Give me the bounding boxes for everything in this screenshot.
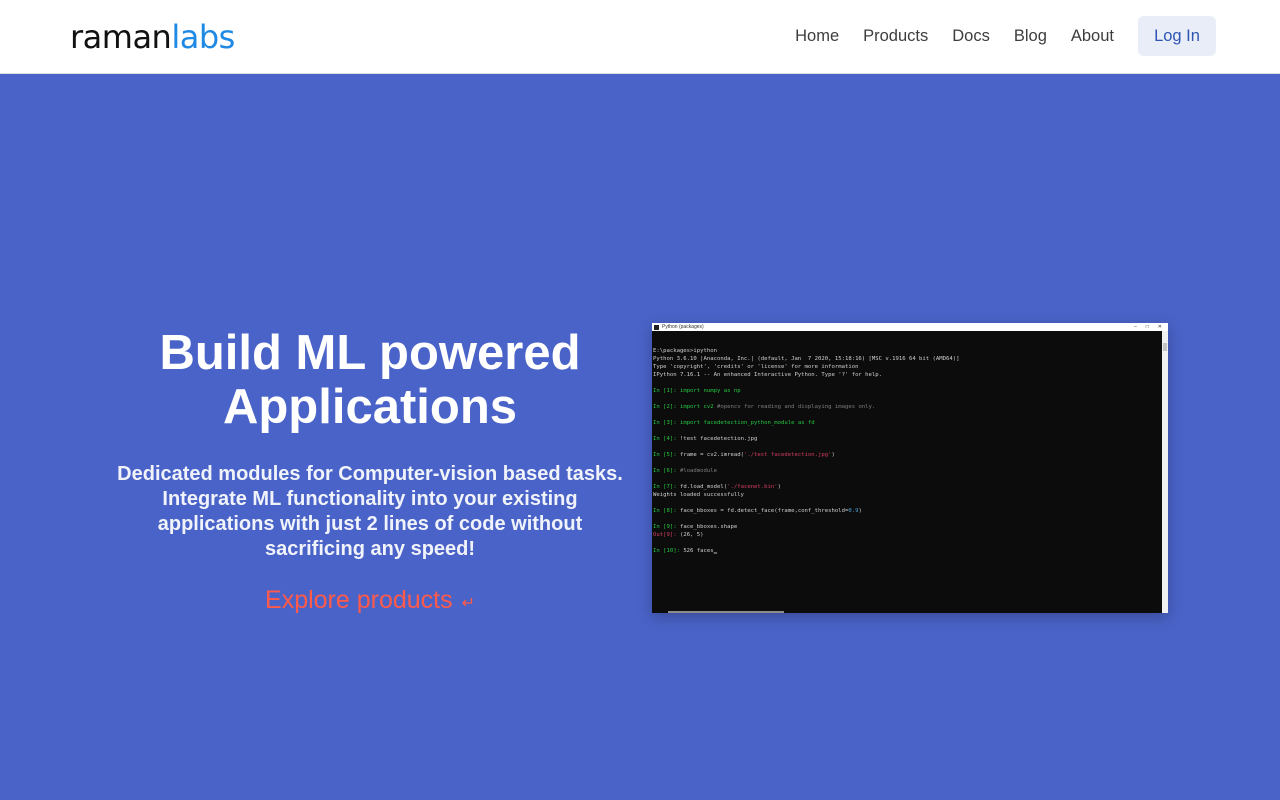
terminal-line: In [4]: !test facedetection.jpg xyxy=(653,436,758,442)
terminal-line: In [2]: import cv2 #opencv for reading a… xyxy=(653,404,876,410)
explore-products-link[interactable]: Explore products ↵ xyxy=(265,586,475,615)
maximize-icon: □ xyxy=(1145,324,1149,330)
cursor-icon: ▁ xyxy=(713,548,717,554)
terminal-titlebar: Python (packages) – □ ✕ xyxy=(652,323,1168,331)
login-button[interactable]: Log In xyxy=(1138,16,1216,56)
terminal-line: In [5]: frame = cv2.imread('./test faced… xyxy=(653,452,835,458)
terminal-line: Python 3.6.10 |Anaconda, Inc.| (default,… xyxy=(653,356,960,362)
terminal-screenshot: Python (packages) – □ ✕ E:\packages>ipyt… xyxy=(652,323,1168,613)
terminal-line: In [7]: fd.load_model('./facenet.bin') xyxy=(653,484,782,490)
close-icon: ✕ xyxy=(1157,324,1162,330)
nav-links: Home Products Docs Blog About Log In xyxy=(771,0,1216,72)
ramanlabs-logo[interactable]: ramanlabs xyxy=(70,17,235,57)
hero-text: Build ML powered Applications Dedicated … xyxy=(110,326,630,615)
terminal-line: In [6]: #loadmodule xyxy=(653,468,717,474)
hero-title-line1: Build ML powered xyxy=(159,326,581,380)
terminal-scrollbar xyxy=(1162,331,1168,613)
hero-title: Build ML powered Applications xyxy=(110,326,630,434)
terminal-line: In [1]: import numpy as np xyxy=(653,388,741,394)
nav-about[interactable]: About xyxy=(1071,27,1114,46)
minimize-icon: – xyxy=(1133,324,1137,330)
terminal-icon xyxy=(654,324,659,330)
terminal-line: Out[9]: (26, 5) xyxy=(653,532,704,538)
hero-subtitle: Dedicated modules for Computer-vision ba… xyxy=(117,463,623,560)
terminal-line: E:\packages>ipython xyxy=(653,348,717,354)
terminal-output: E:\packages>ipython Python 3.6.10 |Anacon… xyxy=(652,331,1162,613)
terminal-line: Weights loaded successfully xyxy=(653,492,744,498)
nav-home[interactable]: Home xyxy=(795,27,839,46)
nav-docs[interactable]: Docs xyxy=(952,27,990,46)
terminal-line: In [10]: 526 faces▁ xyxy=(653,548,717,554)
nav-blog[interactable]: Blog xyxy=(1014,27,1047,46)
logo-text-primary: raman xyxy=(70,18,172,56)
terminal-line: Type 'copyright', 'credits' or 'license'… xyxy=(653,364,859,370)
nav-products[interactable]: Products xyxy=(863,27,928,46)
terminal-line: In [8]: face_bboxes = fd.detect_face(fra… xyxy=(653,508,862,514)
logo-text-accent: labs xyxy=(171,18,235,56)
terminal-line: In [9]: face_bboxes.shape xyxy=(653,524,738,530)
explore-products-label: Explore products xyxy=(265,586,453,614)
navbar: ramanlabs Home Products Docs Blog About … xyxy=(0,0,1280,74)
terminal-line: IPython 7.16.1 -- An enhanced Interactiv… xyxy=(653,372,883,378)
return-arrow-icon: ↵ xyxy=(461,595,475,612)
hero-section: Build ML powered Applications Dedicated … xyxy=(0,74,1280,800)
terminal-line: In [3]: import facedetection_python_modu… xyxy=(653,420,815,426)
terminal-title: Python (packages) xyxy=(662,324,704,330)
terminal-hscrollbar xyxy=(668,611,784,613)
hero-title-line2: Applications xyxy=(222,380,518,434)
